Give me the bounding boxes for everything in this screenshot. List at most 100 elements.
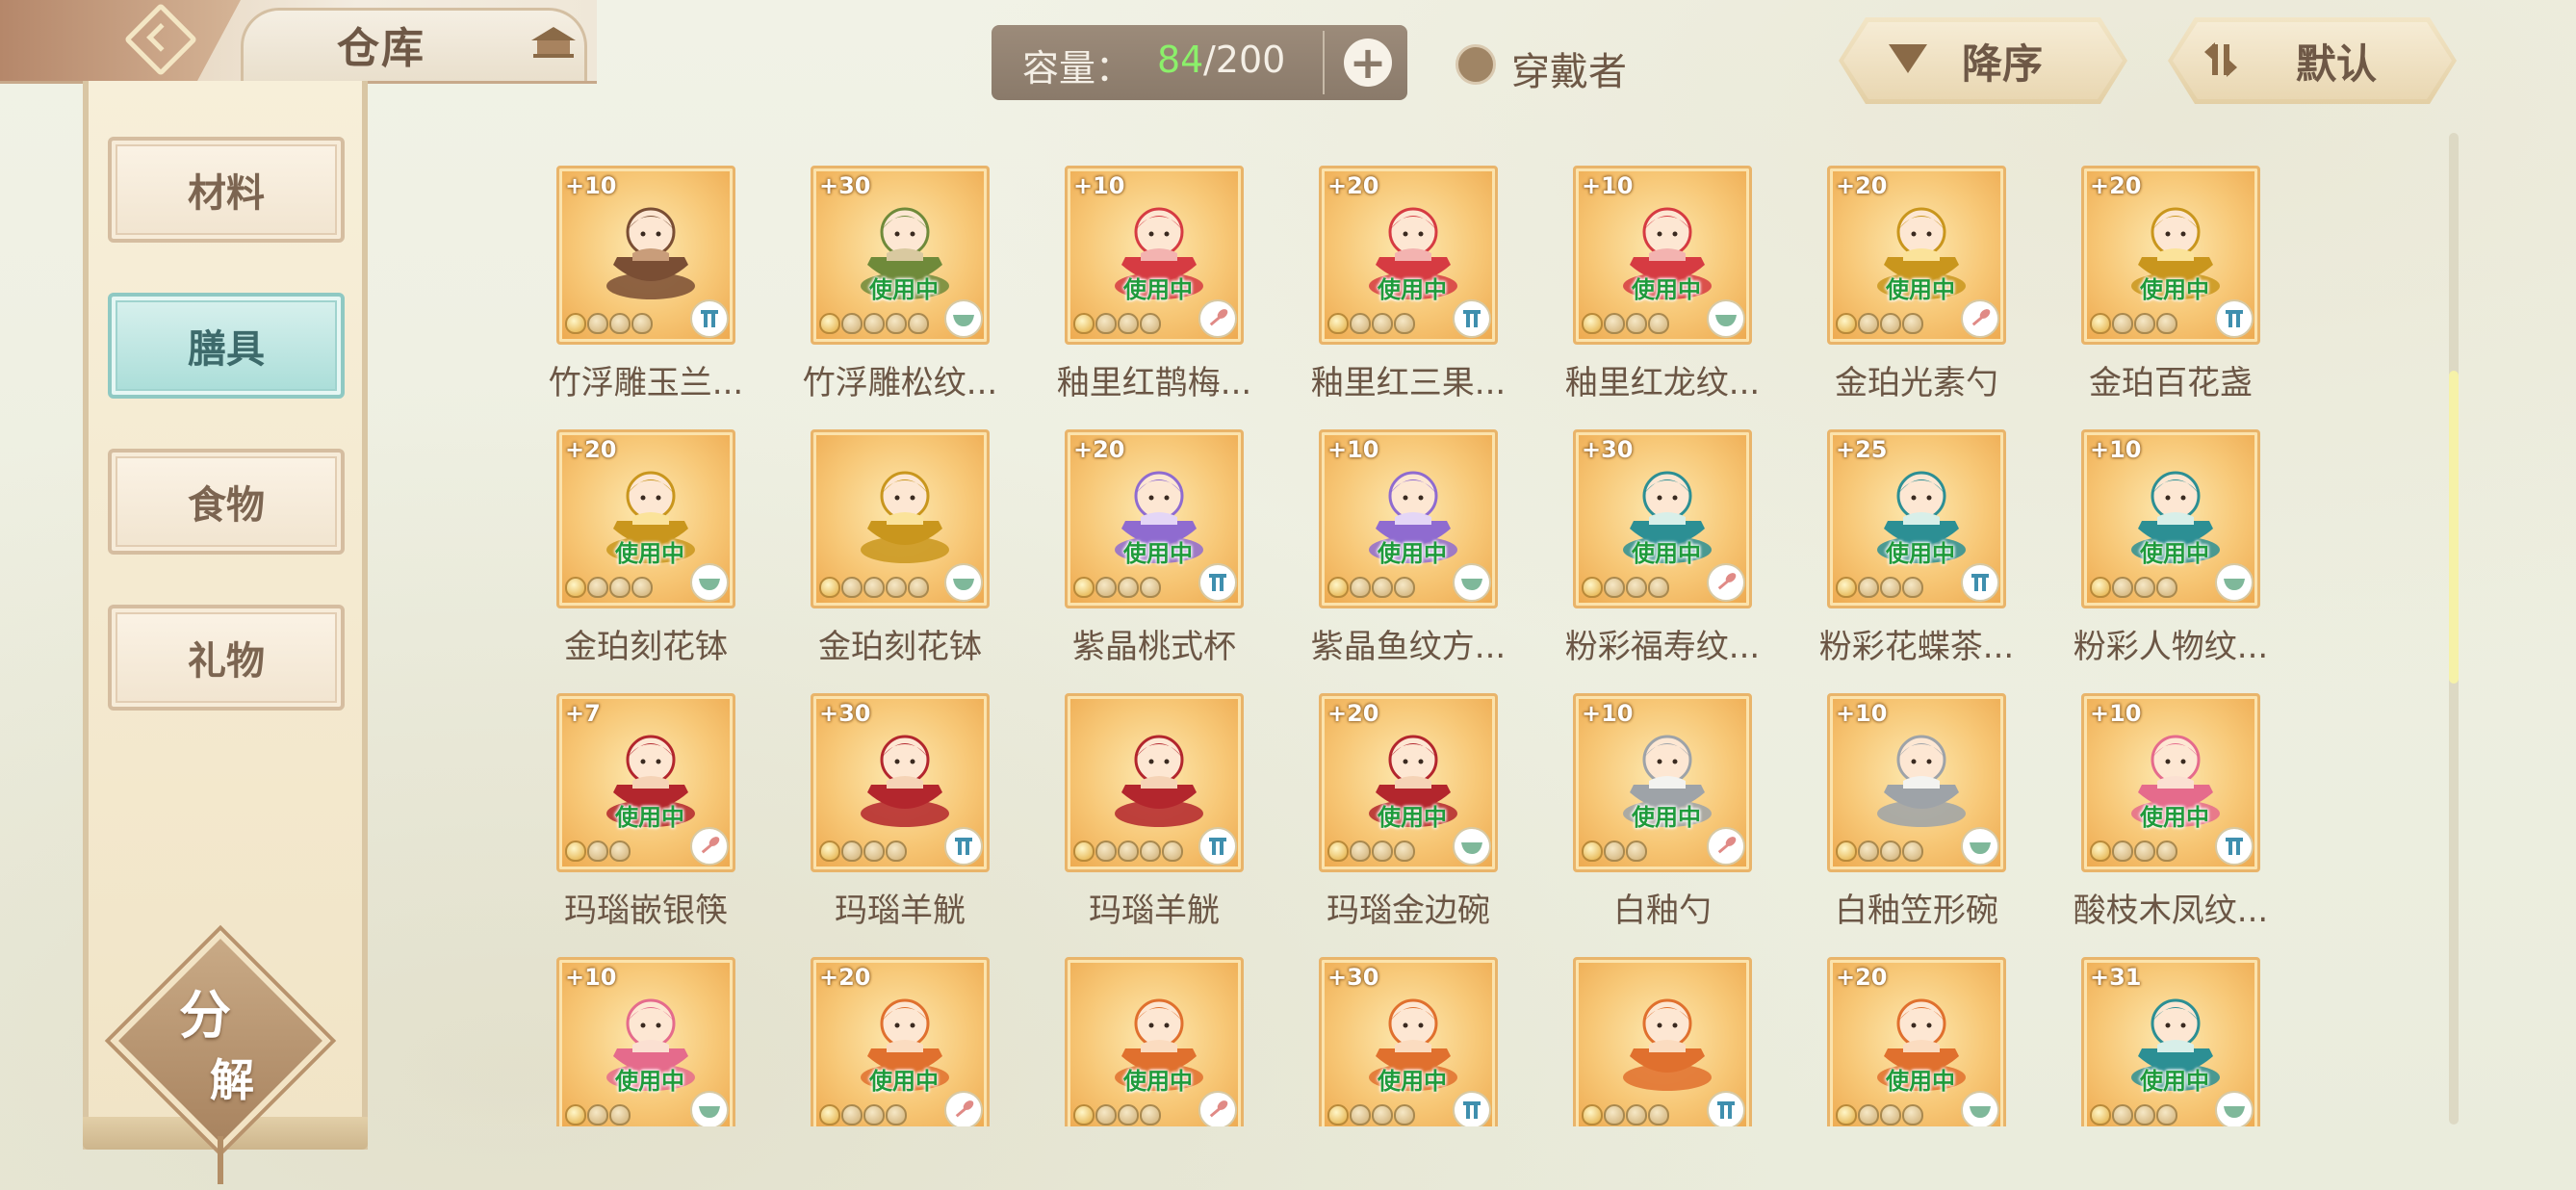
star-icon [1394,313,1415,334]
category-tableware[interactable]: 膳具 [108,293,345,399]
rarity-stars [2090,841,2177,866]
star-icon [587,841,608,862]
item-card[interactable]: +10 使用中 [1573,693,1752,872]
item-card[interactable]: +20 使用中 [1827,166,2006,345]
rarity-stars [1073,1104,1161,1126]
item-card[interactable]: +20 使用中 [2081,166,2260,345]
in-use-badge: 使用中 [1378,804,1447,831]
rarity-stars [1582,1104,1669,1126]
in-use-badge: 使用中 [1886,1068,1955,1095]
item-card[interactable] [811,429,990,608]
item-card[interactable]: +10 使用中 [2081,693,2260,872]
star-icon [841,313,863,334]
house-icon[interactable] [528,25,580,60]
star-icon [1095,1104,1117,1125]
item-level: +20 [1073,436,1125,463]
star-icon [587,1104,608,1125]
item-card[interactable]: +10 使用中 [1319,429,1498,608]
expand-capacity-button[interactable]: + [1344,39,1392,87]
spoon-type-icon [690,827,729,866]
star-icon [1140,313,1161,334]
sort-order-button[interactable]: 降序 [1839,17,2127,104]
item-card[interactable]: +20 使用中 [811,957,990,1126]
item-card[interactable]: +25 使用中 [1827,429,2006,608]
star-icon [863,313,885,334]
star-icon [1604,577,1625,598]
spoon-type-icon [1198,299,1237,338]
decompose-label-2: 解 [210,1054,254,1106]
item-card[interactable] [1065,693,1244,872]
item-level: +20 [565,436,617,463]
item-card[interactable]: +20 使用中 [556,429,735,608]
star-icon [1327,1104,1349,1125]
item-level: +10 [2090,436,2142,463]
star-icon [841,1104,863,1125]
item-card[interactable]: +7 使用中 [556,693,735,872]
item-card[interactable]: +10 使用中 [1065,166,1244,345]
rarity-stars [819,1104,907,1126]
item-card[interactable]: +30 使用中 [811,166,990,345]
category-materials[interactable]: 材料 [108,137,345,243]
item-card[interactable]: +20 使用中 [1319,693,1498,872]
star-icon [1902,577,1923,598]
item-card[interactable]: +30 使用中 [1319,957,1498,1126]
star-icon [1162,841,1183,862]
star-icon [1582,1104,1603,1125]
in-use-badge: 使用中 [1123,1068,1193,1095]
item-level: +10 [565,172,617,199]
item-card[interactable]: +31 使用中 [2081,957,2260,1126]
bowl-type-icon [1961,1091,1999,1126]
sort-swap-icon [2204,42,2237,77]
star-icon [2156,577,2177,598]
item-card[interactable]: +20 使用中 [1827,957,2006,1126]
rarity-stars [1836,313,1923,338]
star-icon [1095,841,1117,862]
rarity-stars [1582,841,1647,866]
star-icon [819,577,840,598]
star-icon [587,313,608,334]
item-card[interactable]: +30 [811,693,990,872]
spoon-type-icon [1198,1091,1237,1126]
item-name: 竹浮雕松纹... [802,364,998,402]
bowl-type-icon [2215,563,2254,602]
in-use-badge: 使用中 [1886,540,1955,567]
item-level: +20 [2090,172,2142,199]
star-icon [609,313,631,334]
star-icon [1140,841,1161,862]
star-icon [1858,841,1879,862]
rarity-stars [1836,1104,1923,1126]
star-icon [2090,841,2111,862]
category-gifts[interactable]: 礼物 [108,605,345,711]
star-icon [2090,577,2111,598]
in-use-badge [860,534,948,563]
star-icon [609,841,631,862]
star-icon [609,1104,631,1125]
star-icon [841,841,863,862]
item-card[interactable] [1573,957,1752,1126]
in-use-badge: 使用中 [615,804,684,831]
rarity-stars [2090,313,2177,338]
item-card[interactable]: +30 使用中 [1573,429,1752,608]
item-card[interactable]: +10 [1827,693,2006,872]
sort-descending-icon [1889,44,1927,73]
wearer-toggle[interactable] [1455,44,1496,85]
item-level: +10 [1582,700,1634,727]
in-use-badge [605,271,694,299]
star-icon [2134,313,2155,334]
star-icon [1880,313,1901,334]
in-use-badge: 使用中 [615,540,684,567]
rarity-stars [565,1104,631,1126]
item-card[interactable]: +20 使用中 [1319,166,1498,345]
star-icon [565,577,586,598]
star-icon [1140,1104,1161,1125]
category-food[interactable]: 食物 [108,449,345,555]
item-card[interactable]: +10 使用中 [2081,429,2260,608]
item-card[interactable]: 使用中 [1065,957,1244,1126]
in-use-badge: 使用中 [1123,540,1193,567]
rarity-stars [565,313,653,338]
item-card[interactable]: +10 [556,166,735,345]
star-icon [1073,1104,1095,1125]
item-card[interactable]: +10 使用中 [1573,166,1752,345]
item-card[interactable]: +10 使用中 [556,957,735,1126]
item-card[interactable]: +20 使用中 [1065,429,1244,608]
